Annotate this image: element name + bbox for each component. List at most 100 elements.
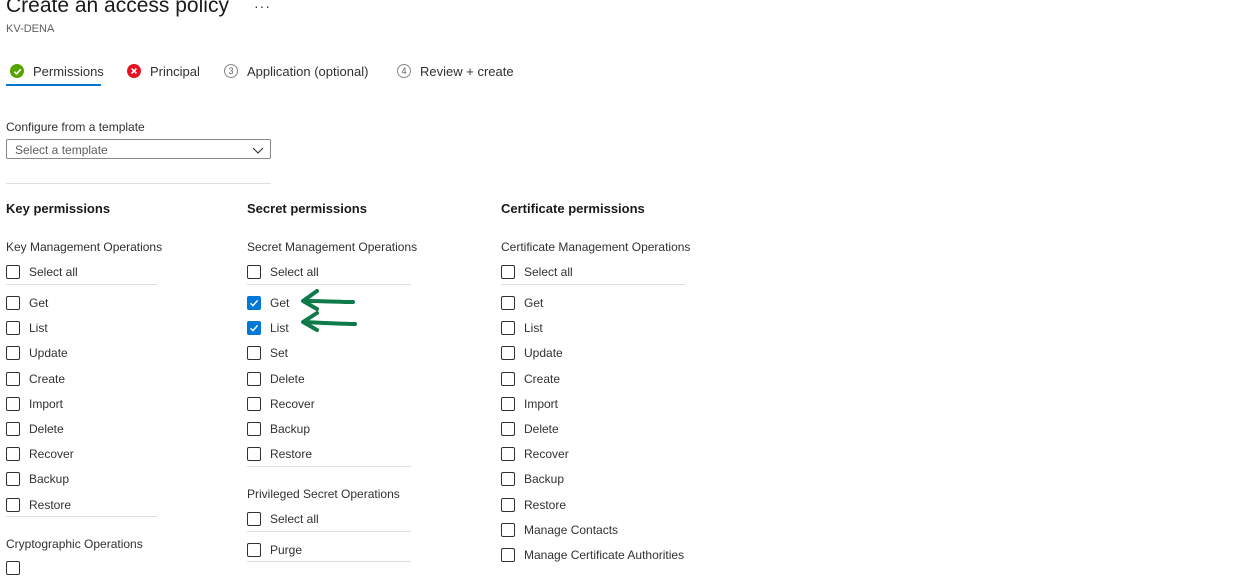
cert-manage-authorities-checkbox[interactable]: Manage Certificate Authorities (501, 546, 684, 564)
checkbox-box (247, 346, 261, 360)
more-options-button[interactable]: ··· (254, 0, 271, 14)
checkbox-label: List (29, 321, 48, 335)
checkbox-label: Delete (270, 372, 305, 386)
select-all-divider (6, 284, 157, 285)
cert-create-checkbox[interactable]: Create (501, 370, 560, 388)
annotation-arrows (301, 289, 357, 332)
secret-recover-checkbox[interactable]: Recover (247, 395, 315, 413)
group-divider (6, 516, 157, 517)
checkbox-label: Recover (524, 447, 569, 461)
checkbox-box (247, 512, 261, 526)
key-update-checkbox[interactable]: Update (6, 344, 68, 362)
template-placeholder: Select a template (15, 143, 108, 157)
tab-application[interactable]: 3 Application (optional) (224, 62, 368, 80)
checkbox-label: Recover (270, 397, 315, 411)
secret-purge-checkbox[interactable]: Purge (247, 541, 302, 559)
cert-restore-checkbox[interactable]: Restore (501, 496, 566, 514)
certificate-management-label: Certificate Management Operations (501, 240, 691, 254)
checkbox-label: Restore (524, 498, 567, 512)
checkbox-label: Select all (524, 265, 573, 279)
page-title: Create an access policy (6, 0, 229, 17)
secret-delete-checkbox[interactable]: Delete (247, 370, 305, 388)
group-divider (247, 561, 411, 562)
step-number-icon: 3 (224, 64, 238, 78)
checkbox-box (6, 561, 20, 575)
checkbox-label: List (270, 321, 289, 335)
privileged-select-all-checkbox[interactable]: Select all (247, 510, 319, 528)
checkbox-box (6, 372, 20, 386)
key-delete-checkbox[interactable]: Delete (6, 420, 64, 438)
checkbox-label: List (524, 321, 543, 335)
checkbox-label: Get (524, 296, 544, 310)
checkbox-box (501, 346, 515, 360)
checkbox-box (6, 447, 20, 461)
checkbox-label: Select all (270, 265, 319, 279)
section-divider (6, 183, 271, 184)
checkbox-box (6, 397, 20, 411)
tab-principal[interactable]: Principal (127, 62, 200, 80)
cert-get-checkbox[interactable]: Get (501, 294, 543, 312)
tab-label: Application (optional) (247, 63, 369, 79)
step-number-icon: 4 (397, 64, 411, 78)
secret-list-checkbox[interactable]: List (247, 319, 289, 337)
cert-delete-checkbox[interactable]: Delete (501, 420, 559, 438)
cryptographic-operations-label: Cryptographic Operations (6, 537, 143, 551)
checkbox-label: Import (524, 397, 559, 411)
key-management-label: Key Management Operations (6, 240, 163, 254)
checkbox-checked (247, 296, 261, 310)
checkbox-box (247, 447, 261, 461)
cert-select-all-checkbox[interactable]: Select all (501, 263, 573, 281)
chevron-down-icon (252, 143, 264, 161)
checkbox-label: Select all (29, 265, 78, 279)
template-label: Configure from a template (6, 120, 145, 134)
checkbox-label: Delete (29, 422, 64, 436)
cert-update-checkbox[interactable]: Update (501, 344, 563, 362)
group-divider (247, 466, 411, 467)
checkbox-label: Restore (270, 447, 313, 461)
secret-backup-checkbox[interactable]: Backup (247, 420, 310, 438)
key-select-all-checkbox[interactable]: Select all (6, 263, 78, 281)
key-restore-checkbox[interactable]: Restore (6, 496, 71, 514)
cert-backup-checkbox[interactable]: Backup (501, 470, 564, 488)
certificate-permissions-heading: Certificate permissions (501, 201, 645, 216)
checkbox-box (501, 422, 515, 436)
cert-manage-contacts-checkbox[interactable]: Manage Contacts (501, 521, 618, 539)
checkbox-box (501, 548, 515, 562)
secret-restore-checkbox[interactable]: Restore (247, 445, 312, 463)
checkbox-label: Backup (524, 472, 565, 486)
checkbox-box (247, 265, 261, 279)
secret-permissions-heading: Secret permissions (247, 201, 367, 216)
secret-management-label: Secret Management Operations (247, 240, 418, 254)
key-import-checkbox[interactable]: Import (6, 395, 63, 413)
tab-permissions[interactable]: Permissions (10, 62, 104, 80)
secret-set-checkbox[interactable]: Set (247, 344, 288, 362)
cert-recover-checkbox[interactable]: Recover (501, 445, 569, 463)
key-get-checkbox[interactable]: Get (6, 294, 48, 312)
checkbox-label: Recover (29, 447, 74, 461)
secret-get-checkbox[interactable]: Get (247, 294, 289, 312)
key-recover-checkbox[interactable]: Recover (6, 445, 74, 463)
secret-select-all-checkbox[interactable]: Select all (247, 263, 319, 281)
key-list-checkbox[interactable]: List (6, 319, 48, 337)
tab-review-create[interactable]: 4 Review + create (397, 62, 514, 80)
checkbox-label: Backup (29, 472, 70, 486)
key-backup-checkbox[interactable]: Backup (6, 470, 69, 488)
checkbox-box (501, 296, 515, 310)
checkbox-box (501, 498, 515, 512)
checkbox-checked (247, 321, 261, 335)
key-permissions-heading: Key permissions (6, 201, 111, 216)
arrow-left-icon (301, 311, 357, 332)
cryptographic-first-checkbox[interactable] (6, 559, 29, 577)
template-dropdown[interactable]: Select a template (6, 139, 271, 159)
key-create-checkbox[interactable]: Create (6, 370, 65, 388)
cert-list-checkbox[interactable]: List (501, 319, 543, 337)
checkbox-box (6, 296, 20, 310)
checkbox-box (247, 397, 261, 411)
privileged-secret-label: Privileged Secret Operations (247, 487, 400, 501)
select-all-divider (247, 531, 411, 532)
tab-label: Permissions (33, 63, 104, 79)
checkbox-label: Set (270, 346, 289, 360)
checkbox-label: Manage Certificate Authorities (524, 548, 685, 562)
cert-import-checkbox[interactable]: Import (501, 395, 558, 413)
arrow-left-icon (301, 289, 355, 311)
